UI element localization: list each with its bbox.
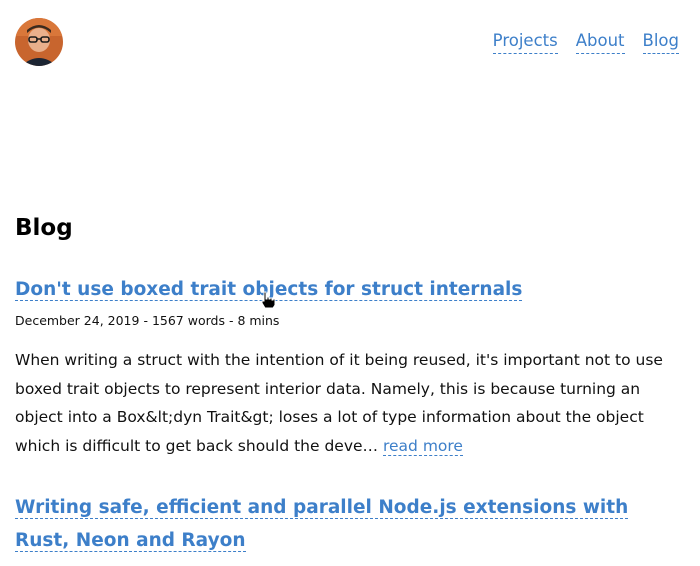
post-title-link[interactable]: Writing safe, efficient and parallel Nod… bbox=[15, 497, 629, 552]
read-more-link[interactable]: read more bbox=[382, 437, 463, 457]
post-title: Don't use boxed trait objects for struct… bbox=[15, 273, 685, 306]
post-meta: December 24, 2019 - 1567 words - 8 mins bbox=[15, 312, 279, 330]
page: Projects About Blog Blog Don't use boxed… bbox=[0, 0, 700, 566]
nav-blog-link[interactable]: Blog bbox=[642, 30, 679, 54]
post-read-time: 8 mins bbox=[237, 313, 280, 328]
post-excerpt: When writing a struct with the intention… bbox=[15, 346, 685, 461]
nav-projects-link[interactable]: Projects bbox=[492, 30, 558, 54]
post-date: December 24, 2019 bbox=[15, 313, 140, 328]
avatar[interactable] bbox=[15, 18, 63, 66]
post-word-count: 1567 words bbox=[151, 313, 225, 328]
main-nav: Projects About Blog bbox=[492, 30, 679, 54]
meta-separator: - bbox=[143, 313, 152, 328]
page-title: Blog bbox=[15, 215, 73, 241]
avatar-image bbox=[15, 18, 63, 66]
post-excerpt-text: When writing a struct with the intention… bbox=[15, 351, 663, 456]
hand-pointer-cursor-icon bbox=[261, 291, 276, 309]
nav-about-link[interactable]: About bbox=[575, 30, 625, 54]
post-title: Writing safe, efficient and parallel Nod… bbox=[15, 491, 685, 557]
